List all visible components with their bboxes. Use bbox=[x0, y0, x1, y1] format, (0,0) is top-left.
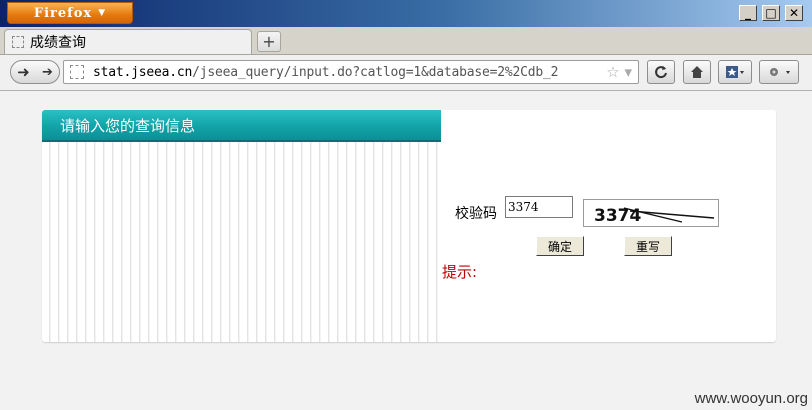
hint-label: 提示: bbox=[442, 263, 478, 281]
bookmarks-button[interactable] bbox=[718, 60, 752, 84]
reset-button[interactable]: 重写 bbox=[624, 236, 672, 256]
tab-bar: 成绩查询 + bbox=[0, 27, 812, 55]
url-host: stat.jseea.cn bbox=[93, 64, 193, 80]
reload-button[interactable] bbox=[647, 60, 675, 84]
minimize-button[interactable]: _ bbox=[739, 5, 757, 21]
back-arrow-icon[interactable]: ➜ bbox=[17, 63, 30, 81]
home-icon bbox=[691, 66, 703, 78]
captcha-text: 3374 bbox=[594, 206, 641, 226]
decorative-column: 请输入您的查询信息 bbox=[42, 110, 441, 342]
maximize-button[interactable]: □ bbox=[762, 5, 780, 21]
submit-button[interactable]: 确定 bbox=[536, 236, 584, 256]
url-path: /jseea_query/input.do?catlog=1&database=… bbox=[192, 64, 559, 80]
tab-title: 成绩查询 bbox=[30, 35, 86, 51]
panel-header: 请输入您的查询信息 bbox=[42, 110, 441, 142]
window-titlebar: Firefox ▼ _ □ ✕ bbox=[0, 0, 812, 27]
verification-code-label: 校验码 bbox=[455, 206, 497, 222]
tab-score-query[interactable]: 成绩查询 bbox=[4, 29, 252, 54]
new-tab-button[interactable]: + bbox=[257, 31, 281, 52]
bookmark-star-icon[interactable]: ☆ ▾ bbox=[606, 63, 632, 81]
captcha-image[interactable]: 3374 bbox=[583, 199, 719, 227]
url-text[interactable]: stat.jseea.cn/jseea_query/input.do?catlo… bbox=[93, 65, 583, 80]
forward-arrow-icon[interactable]: ➔ bbox=[42, 65, 53, 80]
back-forward-group: ➜ ➔ bbox=[10, 60, 60, 84]
addon-menu-button[interactable] bbox=[759, 60, 799, 84]
bookmarks-icon bbox=[726, 66, 744, 78]
close-button[interactable]: ✕ bbox=[785, 5, 803, 21]
gear-icon bbox=[770, 68, 790, 76]
verification-code-input[interactable] bbox=[505, 196, 573, 218]
reload-icon bbox=[655, 66, 667, 79]
navigation-toolbar: ➜ ➔ stat.jseea.cn/jseea_query/input.do?c… bbox=[0, 55, 812, 91]
chevron-down-icon: ▼ bbox=[98, 8, 107, 18]
firefox-menu-button[interactable]: Firefox ▼ bbox=[7, 2, 133, 24]
page-icon bbox=[12, 36, 24, 48]
home-button[interactable] bbox=[683, 60, 711, 84]
page-content: 请输入您的查询信息 校验码 3374 确定 重写 提示: bbox=[0, 91, 812, 410]
captcha-graphic: 3374 bbox=[594, 206, 715, 226]
url-bar[interactable]: stat.jseea.cn/jseea_query/input.do?catlo… bbox=[63, 60, 639, 84]
watermark: www.wooyun.org bbox=[694, 390, 808, 407]
site-identity-icon[interactable] bbox=[70, 65, 84, 79]
firefox-menu-label: Firefox bbox=[33, 5, 93, 21]
